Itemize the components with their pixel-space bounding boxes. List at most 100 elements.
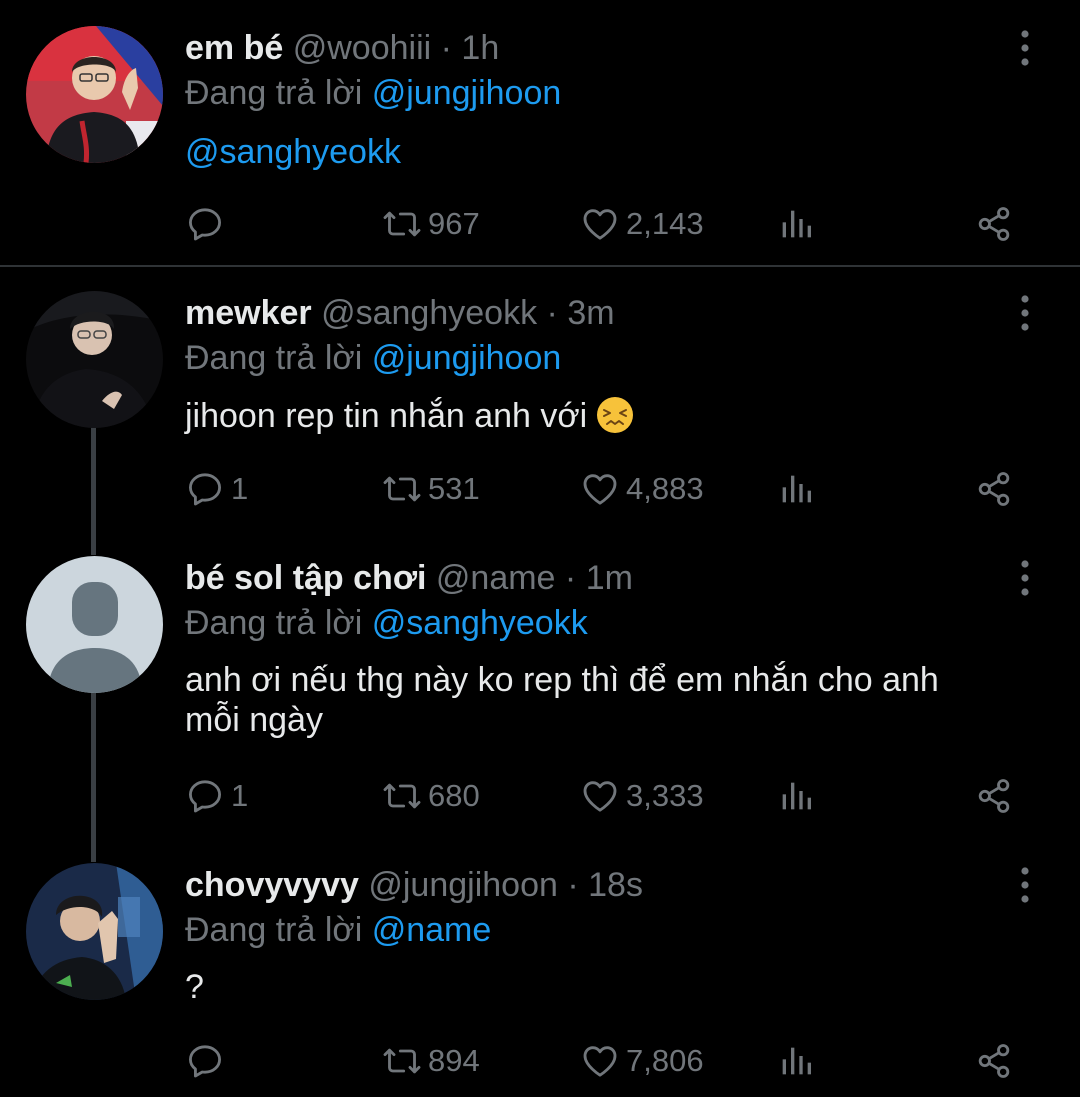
views-icon [776, 1041, 816, 1081]
avatar[interactable] [26, 556, 163, 693]
reply-icon [185, 469, 225, 509]
mention-link[interactable]: @sanghyeokk [185, 133, 401, 171]
user-handle[interactable]: @name [436, 559, 556, 597]
tweet-header: mewker @sanghyeokk · 3m [185, 291, 615, 335]
confounded-face-emoji [597, 397, 634, 433]
tweet-header: em bé @woohiii · 1h [185, 26, 499, 70]
timestamp[interactable]: 3m [567, 294, 614, 332]
like-button[interactable]: 4,883 [580, 466, 704, 512]
avatar[interactable] [26, 863, 163, 1000]
tweet-text-content: jihoon rep tin nhắn anh với [185, 397, 588, 435]
retweet-count: 894 [428, 1043, 480, 1078]
views-button[interactable] [776, 773, 816, 819]
avatar[interactable] [26, 291, 163, 428]
replying-to: Đang trả lời @sanghyeokk [185, 600, 588, 646]
mention-link[interactable]: @name [372, 911, 492, 949]
action-bar: 894 7,806 [0, 1038, 1080, 1084]
action-bar: 1 531 4,883 [0, 466, 1080, 512]
retweet-icon [382, 1041, 422, 1081]
reply-count: 1 [231, 778, 249, 813]
tweet-text-line: anh ơi nếu thg này ko rep thì để em nhắn… [185, 661, 939, 699]
share-icon [974, 1041, 1014, 1081]
heart-icon [580, 469, 620, 509]
timestamp[interactable]: 18s [588, 866, 643, 904]
action-bar: 1 680 3,333 [0, 773, 1080, 819]
views-icon [776, 204, 816, 244]
display-name[interactable]: chovyvyvy [185, 866, 359, 904]
share-icon [974, 204, 1014, 244]
user-handle[interactable]: @sanghyeokk [321, 294, 537, 332]
reply-count: 1 [231, 471, 249, 506]
heart-icon [580, 1041, 620, 1081]
timestamp[interactable]: 1m [586, 559, 633, 597]
replying-to: Đang trả lời @jungjihoon [185, 70, 561, 116]
reply-icon [185, 204, 225, 244]
tweet[interactable]: em bé @woohiii · 1h Đang trả lời @jungji… [0, 26, 1080, 256]
display-name[interactable]: em bé [185, 29, 283, 67]
retweet-count: 967 [428, 206, 480, 241]
reply-button[interactable]: 1 [185, 773, 248, 819]
views-button[interactable] [776, 1038, 816, 1084]
separator-dot: · [564, 559, 577, 597]
replying-to-label: Đang trả lời [185, 339, 363, 377]
heart-icon [580, 776, 620, 816]
reply-icon [185, 1041, 225, 1081]
mention-link[interactable]: @sanghyeokk [372, 604, 588, 642]
views-icon [776, 776, 816, 816]
more-vertical-icon[interactable] [1010, 558, 1040, 598]
replying-to-label: Đang trả lời [185, 604, 363, 642]
reply-icon [185, 776, 225, 816]
retweet-count: 680 [428, 778, 480, 813]
tweet[interactable]: chovyvyvy @jungjihoon · 18s Đang trả lời… [0, 863, 1080, 1083]
mention-link[interactable]: @jungjihoon [372, 339, 562, 377]
replying-to-label: Đang trả lời [185, 74, 363, 112]
reply-button[interactable] [185, 1038, 231, 1084]
action-bar: 967 2,143 [0, 201, 1080, 247]
replying-to: Đang trả lời @name [185, 907, 491, 953]
replying-to-label: Đang trả lời [185, 911, 363, 949]
separator-dot: · [440, 29, 452, 67]
share-button[interactable] [974, 466, 1014, 512]
retweet-count: 531 [428, 471, 480, 506]
more-vertical-icon[interactable] [1010, 293, 1040, 333]
like-count: 4,883 [626, 471, 704, 506]
tweet-text-line: mỗi ngày [185, 701, 323, 739]
retweet-icon [382, 469, 422, 509]
retweet-icon [382, 204, 422, 244]
like-button[interactable]: 2,143 [580, 201, 704, 247]
views-icon [776, 469, 816, 509]
retweet-button[interactable]: 531 [382, 466, 480, 512]
more-vertical-icon[interactable] [1010, 28, 1040, 68]
mention-link[interactable]: @jungjihoon [372, 74, 562, 112]
separator-dot: · [546, 294, 558, 332]
like-button[interactable]: 3,333 [580, 773, 704, 819]
display-name[interactable]: bé sol tập chơi [185, 559, 426, 597]
more-vertical-icon[interactable] [1010, 865, 1040, 905]
share-icon [974, 776, 1014, 816]
tweet-text: ? [185, 967, 1015, 1007]
like-count: 3,333 [626, 778, 704, 813]
tweet-text: anh ơi nếu thg này ko rep thì để em nhắn… [185, 660, 1015, 740]
share-button[interactable] [974, 773, 1014, 819]
retweet-button[interactable]: 680 [382, 773, 480, 819]
user-handle[interactable]: @woohiii [293, 29, 431, 67]
display-name[interactable]: mewker [185, 294, 312, 332]
tweet[interactable]: bé sol tập chơi @name · 1m Đang trả lời … [0, 556, 1080, 846]
tweet-text: jihoon rep tin nhắn anh với [185, 395, 1015, 436]
tweet-text-content: ? [185, 968, 204, 1006]
retweet-button[interactable]: 894 [382, 1038, 480, 1084]
tweet-header: bé sol tập chơi @name · 1m [185, 556, 633, 600]
share-button[interactable] [974, 1038, 1014, 1084]
reply-button[interactable] [185, 201, 231, 247]
reply-button[interactable]: 1 [185, 466, 248, 512]
like-button[interactable]: 7,806 [580, 1038, 704, 1084]
timestamp[interactable]: 1h [461, 29, 499, 67]
retweet-button[interactable]: 967 [382, 201, 480, 247]
views-button[interactable] [776, 201, 816, 247]
avatar[interactable] [26, 26, 163, 163]
views-button[interactable] [776, 466, 816, 512]
share-button[interactable] [974, 201, 1014, 247]
user-handle[interactable]: @jungjihoon [368, 866, 558, 904]
heart-icon [580, 204, 620, 244]
tweet[interactable]: mewker @sanghyeokk · 3m Đang trả lời @ju… [0, 291, 1080, 531]
